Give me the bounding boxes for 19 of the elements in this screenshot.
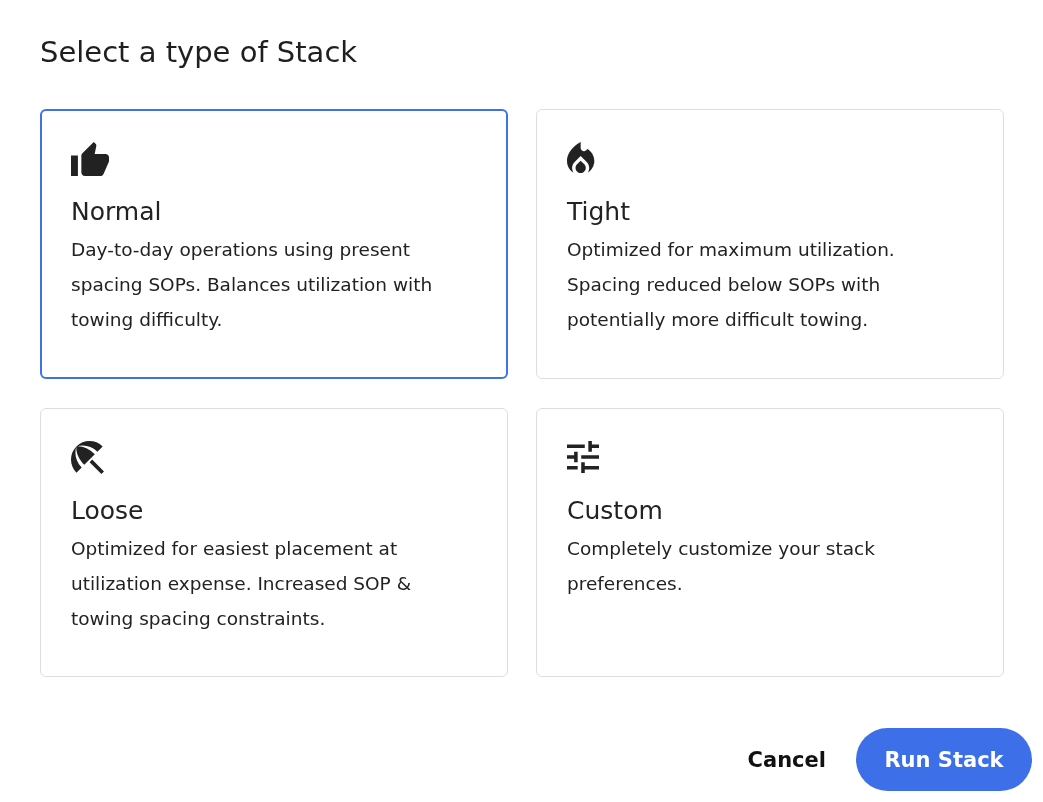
run-button[interactable]: Run Stack	[856, 728, 1032, 791]
option-card[interactable]: Loose Optimized for easiest placement at utilization expense. Increased SOP & towing spacing constraints.	[40, 408, 508, 677]
option-description: Optimized for maximum utilization. Spacing reduced below SOPs with potentially more difficult towing.	[567, 238, 896, 332]
option-description: Completely customize your stack preferences.	[567, 537, 876, 596]
option-description: Day-to-day operations using present spacing SOPs. Balances utilization with towing difficulty.	[71, 238, 434, 332]
thumbs-up-icon	[71, 142, 109, 176]
option-description: Optimized for easiest placement at utilization expense. Increased SOP & towing spacing constraints.	[71, 537, 413, 631]
option-title: Tight	[567, 196, 630, 228]
umbrella-icon	[71, 441, 104, 474]
sliders-icon	[567, 441, 599, 473]
option-title: Normal	[71, 196, 162, 228]
option-card[interactable]: Normal Day-to-day operations using present spacing SOPs. Balances utilization with towing difficulty.	[40, 109, 508, 379]
option-card[interactable]: Tight Optimized for maximum utilization. Spacing reduced below SOPs with potentially more difficult towing.	[536, 109, 1004, 379]
option-title: Custom	[567, 495, 663, 527]
option-title: Loose	[71, 495, 144, 527]
dialog-title: Select a type of Stack	[40, 34, 358, 71]
flame-icon	[567, 142, 595, 173]
cancel-button[interactable]: Cancel	[745, 739, 828, 780]
option-card[interactable]: Custom Completely customize your stack preferences.	[536, 408, 1004, 677]
